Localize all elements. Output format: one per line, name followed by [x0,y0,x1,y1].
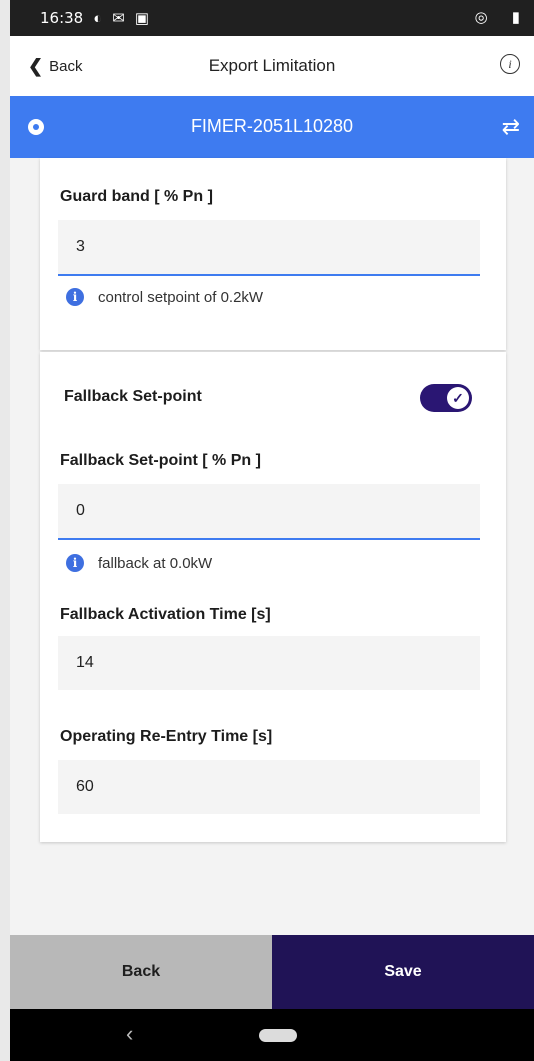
reentry-time-input[interactable]: 60 [58,760,480,814]
page-title: Export Limitation [208,56,336,75]
guard-band-hint: i control setpoint of 0.2kW [66,288,263,306]
guard-band-card: Guard band [ % Pn ] 3 i control setpoint… [40,158,506,350]
info-icon: i [66,288,84,306]
device-name: FIMER-2051L10280 [190,116,354,136]
guard-band-value: 3 [76,238,85,255]
info-icon: i [66,554,84,572]
download-icon: ▣ [134,9,150,27]
app-header: ❮ Back Export Limitation i [10,36,534,96]
reentry-time-label: Operating Re-Entry Time [s] [60,728,273,745]
cloud-sync-icon: ◐ [93,9,103,27]
home-pill-icon[interactable] [259,1029,297,1042]
phone-screen: 16:38 ◐ ✉ ▣ ◎ ▮ ❮ Back Export Limitation… [10,0,534,1061]
fallback-toggle-label: Fallback Set-point [64,388,202,405]
status-bar: 16:38 ◐ ✉ ▣ ◎ ▮ [10,0,534,36]
guard-band-hint-text: control setpoint of 0.2kW [98,288,264,306]
fallback-setpoint-input[interactable]: 0 [58,484,480,540]
save-button[interactable]: Save [272,935,534,1009]
mail-icon: ✉ [112,9,125,27]
swap-device-icon[interactable]: ⇄ [502,114,520,140]
status-time: 16:38 [40,9,84,27]
fallback-card: Fallback Set-point ✓ Fallback Set-point … [40,352,506,842]
fallback-setpoint-value: 0 [76,502,85,519]
footer-actions: Back Save [10,935,534,1009]
vibrate-icon: ◎ [474,9,488,26]
nav-back-icon[interactable]: ‹ [126,1021,133,1047]
fallback-activation-value: 14 [76,654,94,671]
fallback-activation-label: Fallback Activation Time [s] [60,606,271,623]
check-icon: ✓ [447,387,469,409]
back-button[interactable]: Back [10,935,272,1009]
fallback-setpoint-hint-text: fallback at 0.0kW [98,554,213,572]
battery-icon: ▮ [511,9,520,26]
fallback-setpoint-label: Fallback Set-point [ % Pn ] [60,452,261,469]
screenshot-frame: 16:38 ◐ ✉ ▣ ◎ ▮ ❮ Back Export Limitation… [0,0,534,1061]
device-bar: FIMER-2051L10280 ⇄ [10,96,534,158]
reentry-time-value: 60 [76,778,94,795]
fallback-activation-input[interactable]: 14 [58,636,480,690]
system-nav-bar: ‹ [10,1009,534,1061]
guard-band-label: Guard band [ % Pn ] [60,188,213,205]
fallback-setpoint-hint: i fallback at 0.0kW [66,554,212,572]
fallback-toggle[interactable]: ✓ [420,384,472,412]
guard-band-input[interactable]: 3 [58,220,480,276]
info-icon[interactable]: i [500,54,520,74]
